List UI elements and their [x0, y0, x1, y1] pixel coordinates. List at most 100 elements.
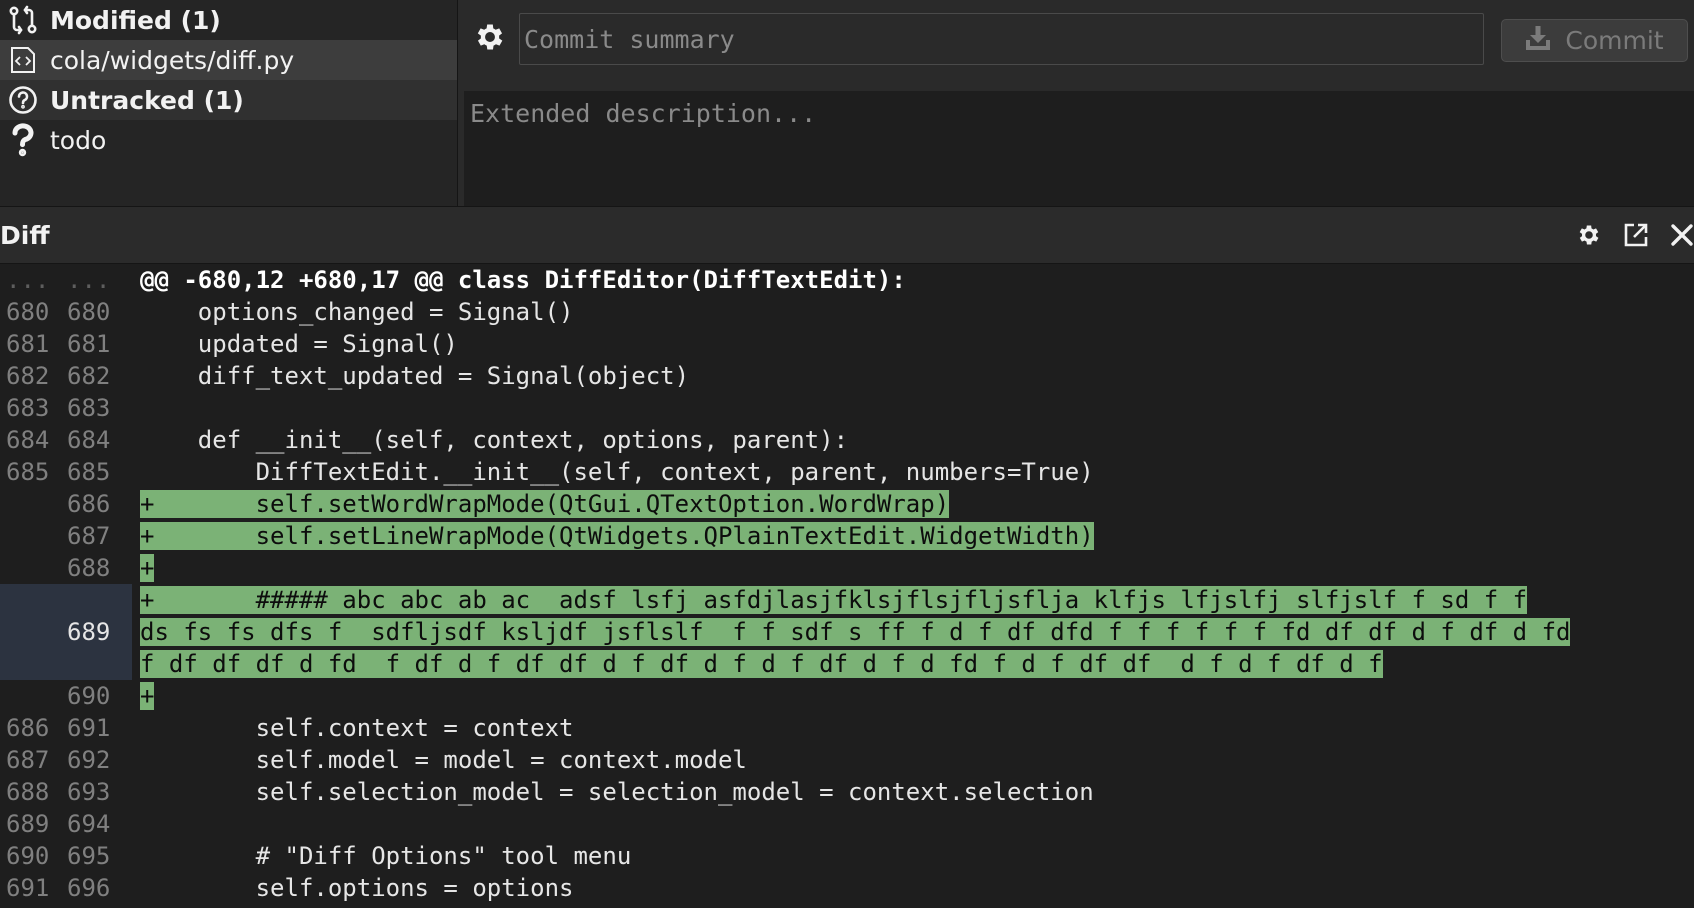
gutter-new-number: ... — [67, 266, 111, 294]
context-line: DiffTextEdit.__init__(self, context, par… — [140, 456, 1694, 488]
commit-description-input[interactable] — [464, 91, 1694, 206]
line-text: + self.setWordWrapMode(QtGui.QTextOption… — [140, 490, 950, 518]
gutter-row: 685 685 — [0, 456, 132, 488]
gutter-new-number: 694 — [67, 810, 111, 838]
gutter-row: 691 696 — [0, 872, 132, 904]
gutter-old-number: 687 — [6, 746, 50, 774]
gear-icon[interactable] — [1576, 222, 1604, 250]
added-line: + ##### abc abc ab ac adsf lsfj asfdjlas… — [140, 584, 1694, 616]
gutter-new-number: 693 — [67, 778, 111, 806]
hunk-header: @@ -680,12 +680,17 @@ class DiffEditor(D… — [140, 266, 906, 294]
gutter-row: 689 — [0, 584, 132, 680]
gutter-row: 686 — [0, 488, 132, 520]
tree-item-modified-file[interactable]: cola/widgets/diff.py — [0, 40, 457, 80]
gutter-old-number: 680 — [6, 298, 50, 326]
question-mark-icon — [4, 123, 42, 157]
gutter-new-number: 681 — [67, 330, 111, 358]
gutter-row: 690 — [0, 680, 132, 712]
download-icon — [1525, 25, 1551, 56]
tree-header-untracked[interactable]: Untracked (1) — [0, 80, 457, 120]
gutter-old-number: 681 — [6, 330, 50, 358]
gutter-old-number: 688 — [6, 778, 50, 806]
gutter-new-number: 680 — [67, 298, 111, 326]
tree-item-untracked-file[interactable]: todo — [0, 120, 457, 160]
gutter-new-number: 687 — [67, 522, 111, 550]
line-text: self.context = context — [140, 714, 574, 742]
gutter-new-number: 692 — [67, 746, 111, 774]
line-number-gutter: ...... 680 680 681 681 682 682 683 683 684 684 685 6… — [0, 264, 132, 908]
added-line: + — [140, 680, 1694, 712]
tree-header-untracked-label: Untracked (1) — [50, 85, 244, 115]
line-text: def __init__(self, context, options, par… — [140, 426, 849, 454]
added-line: + self.setLineWrapMode(QtWidgets.QPlainT… — [140, 520, 1694, 552]
gutter-old-number: 689 — [6, 810, 50, 838]
line-text: + — [140, 554, 155, 582]
code-file-icon — [4, 43, 42, 77]
gutter-old-number: 683 — [6, 394, 50, 422]
gutter-row-hunk: ...... — [0, 264, 132, 296]
tree-header-modified[interactable]: Modified (1) — [0, 0, 457, 40]
gutter-new-number: 695 — [67, 842, 111, 870]
gutter-row: 683 683 — [0, 392, 132, 424]
gutter-old-number: 690 — [6, 842, 50, 870]
gutter-old-number: 682 — [6, 362, 50, 390]
gutter-old-number: ... — [6, 266, 50, 294]
gutter-row: 680 680 — [0, 296, 132, 328]
gutter-new-number: 689 — [67, 618, 111, 646]
line-text: + ##### abc abc ab ac adsf lsfj asfdjlas… — [140, 586, 1528, 614]
gutter-old-number: 684 — [6, 426, 50, 454]
gutter-old-number: 691 — [6, 874, 50, 902]
gutter-old-number: 686 — [6, 714, 50, 742]
line-text: updated = Signal() — [140, 330, 458, 358]
gutter-new-number: 685 — [67, 458, 111, 486]
added-line: f df df df d fd f df d f df df d f df d … — [140, 648, 1694, 680]
line-text: DiffTextEdit.__init__(self, context, par… — [140, 458, 1094, 486]
gutter-row: 681 681 — [0, 328, 132, 360]
diff-dock-titlebar[interactable]: Diff — [0, 206, 1694, 264]
added-line: + self.setWordWrapMode(QtGui.QTextOption… — [140, 488, 1694, 520]
context-line: self.context = context — [140, 712, 1694, 744]
question-circle-icon — [4, 83, 42, 117]
line-text: + self.setLineWrapMode(QtWidgets.QPlainT… — [140, 522, 1094, 550]
diff-dock-title: Diff — [0, 221, 50, 250]
gutter-new-number: 688 — [67, 554, 111, 582]
line-text: self.options = options — [140, 874, 574, 902]
tree-item-untracked-file-label: todo — [50, 125, 107, 155]
context-line — [140, 392, 1694, 424]
gutter-new-number: 683 — [67, 394, 111, 422]
gutter-new-number: 682 — [67, 362, 111, 390]
context-line: self.options = options — [140, 872, 1694, 904]
gutter-new-number: 691 — [67, 714, 111, 742]
gutter-row: 689 694 — [0, 808, 132, 840]
line-text: + — [140, 682, 155, 710]
tree-header-modified-label: Modified (1) — [50, 5, 221, 35]
diff-editor[interactable]: ...... 680 680 681 681 682 682 683 683 684 684 685 6… — [0, 264, 1694, 908]
context-line: def __init__(self, context, options, par… — [140, 424, 1694, 456]
commit-panel: Commit — [458, 0, 1694, 206]
gutter-row: 690 695 — [0, 840, 132, 872]
line-text: f df df df d fd f df d f df df d f df d … — [140, 650, 1383, 678]
line-text: # "Diff Options" tool menu — [140, 842, 632, 870]
commit-summary-input[interactable] — [519, 13, 1484, 65]
external-link-icon[interactable] — [1623, 222, 1651, 250]
context-line: self.selection_model = selection_model =… — [140, 776, 1694, 808]
gutter-row: 688 693 — [0, 776, 132, 808]
diff-text[interactable]: @@ -680,12 +680,17 @@ class DiffEditor(D… — [140, 264, 1694, 904]
line-text: options_changed = Signal() — [140, 298, 574, 326]
gutter-row: 686 691 — [0, 712, 132, 744]
gutter-row: 687 — [0, 520, 132, 552]
close-icon[interactable] — [1670, 222, 1694, 250]
context-line: diff_text_updated = Signal(object) — [140, 360, 1694, 392]
gutter-row: 684 684 — [0, 424, 132, 456]
gutter-row: 688 — [0, 552, 132, 584]
added-line: + — [140, 552, 1694, 584]
gutter-new-number: 686 — [67, 490, 111, 518]
status-tree[interactable]: Modified (1) cola/widgets/diff.py Untrac… — [0, 0, 458, 206]
commit-options-gear-icon[interactable] — [473, 20, 507, 54]
line-text: self.model = model = context.model — [140, 746, 747, 774]
line-text: ds fs fs dfs f sdfljsdf ksljdf jsflslf f… — [140, 618, 1571, 646]
context-line: self.model = model = context.model — [140, 744, 1694, 776]
commit-button[interactable]: Commit — [1501, 19, 1688, 62]
context-line — [140, 808, 1694, 840]
context-line: # "Diff Options" tool menu — [140, 840, 1694, 872]
